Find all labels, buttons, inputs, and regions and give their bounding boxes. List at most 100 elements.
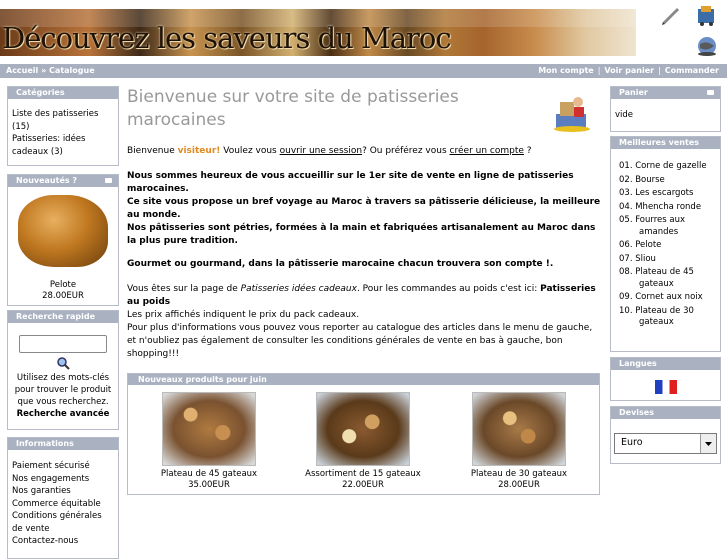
new-items-header: Nouveautés ?: [8, 175, 118, 187]
bestsellers-box: Meilleures ventes 01. Corne de gazelle 0…: [610, 136, 721, 352]
quick-search-box: Recherche rapide Utilisez des mots-clés …: [7, 310, 119, 430]
bestseller-item[interactable]: 03. Les escargots: [615, 188, 716, 200]
advanced-search-link[interactable]: Recherche avancée: [8, 408, 118, 420]
welcome-or: ? Ou préférez vous: [362, 146, 447, 156]
new-products-box: Nouveaux produits pour juin Plateau de 4…: [127, 373, 600, 495]
bestseller-item[interactable]: 09. Cornet aux noix: [615, 292, 716, 304]
page-info-paragraph: Vous êtes sur la page de Patisseries idé…: [127, 283, 602, 361]
welcome-prefix: Bienvenue: [127, 146, 175, 156]
main-content: Bienvenue sur votre site de patisseries …: [127, 86, 602, 361]
welcome-end: ?: [526, 146, 532, 156]
product-name[interactable]: Plateau de 30 gateaux: [444, 469, 594, 480]
categories-box: Catégories Liste des patisseries (15) Pa…: [7, 86, 119, 166]
info-contact[interactable]: Contactez-nous: [12, 535, 114, 548]
category-link-patisseries[interactable]: Liste des patisseries (15): [12, 108, 114, 133]
chevron-down-icon[interactable]: [700, 434, 716, 453]
info-guarantees[interactable]: Nos garanties: [12, 485, 114, 498]
bestseller-item[interactable]: 05. Fourres aux amandes: [615, 215, 716, 238]
price-note: Les prix affichés indiquent le prix du p…: [127, 310, 360, 320]
intro-line-2: Ce site vous propose un bref voyage au M…: [127, 197, 601, 220]
new-items-box: Nouveautés ? Pelote 28.00EUR: [7, 174, 119, 306]
more-info-text: Pour plus d'informations vous pouvez vou…: [127, 323, 593, 359]
info-terms[interactable]: Conditions générales de vente: [12, 510, 114, 535]
languages-title: Langues: [611, 358, 720, 370]
product-image[interactable]: [472, 392, 566, 466]
info-fair-trade[interactable]: Commerce équitable: [12, 498, 114, 511]
bestseller-item[interactable]: 04. Mhencha ronde: [615, 202, 716, 214]
information-box: Informations Paiement sécurisé Nos engag…: [7, 437, 119, 559]
welcome-question: Voulez vous: [223, 146, 277, 156]
toggle-arrow-icon[interactable]: [707, 90, 714, 95]
info-secure-payment[interactable]: Paiement sécurisé: [12, 460, 114, 473]
breadcrumb: Accueil » Catalogue: [6, 64, 95, 78]
banner-text: Découvrez les saveurs du Maroc: [2, 21, 452, 55]
product-name[interactable]: Assortiment de 15 gateaux: [288, 469, 438, 480]
quick-search-title: Recherche rapide: [8, 311, 118, 323]
currencies-box: Devises Euro: [610, 406, 721, 464]
checkout-link[interactable]: Commander: [665, 66, 719, 75]
product-price: 22.00EUR: [342, 480, 384, 490]
languages-box: Langues: [610, 357, 721, 401]
my-account-link[interactable]: Mon compte: [538, 66, 594, 75]
gourmet-line: Gourmet ou gourmand, dans la pâtisserie …: [127, 259, 554, 269]
new-product-card[interactable]: Plateau de 30 gateaux 28.00EUR: [444, 392, 594, 491]
product-price-pelote: 28.00EUR: [42, 291, 84, 301]
search-magnifier-icon[interactable]: [56, 356, 70, 370]
intro-line-1: Nous sommes heureux de vous accueillir s…: [127, 171, 574, 194]
toggle-arrow-icon[interactable]: [105, 178, 112, 183]
new-products-title: Nouveaux produits pour juin: [128, 374, 599, 385]
category-link-cadeaux[interactable]: Patisseries: idées cadeaux (3): [12, 133, 114, 158]
search-hint: Utilisez des mots-clés pour trouver le p…: [14, 373, 112, 407]
bestseller-item[interactable]: 06. Pelote: [615, 240, 716, 252]
breadcrumb-current[interactable]: Catalogue: [49, 66, 95, 75]
product-image[interactable]: [162, 392, 256, 466]
intro-line-3: Nos pâtisseries sont pétries, formées à …: [127, 223, 596, 246]
currencies-title: Devises: [611, 407, 720, 419]
breadcrumb-home[interactable]: Accueil: [6, 66, 38, 75]
welcome-line: Bienvenue visiteur! Voulez vous ouvrir u…: [127, 145, 602, 158]
new-product-card[interactable]: Plateau de 45 gateaux 35.00EUR: [134, 392, 284, 491]
nav-bar: Accueil » Catalogue Mon compte | Voir pani…: [0, 64, 727, 78]
product-image[interactable]: [316, 392, 410, 466]
bestseller-item[interactable]: 02. Bourse: [615, 175, 716, 187]
bestseller-item[interactable]: 01. Corne de gazelle: [615, 161, 716, 173]
product-price: 35.00EUR: [188, 480, 230, 490]
bestsellers-title: Meilleures ventes: [611, 137, 720, 149]
globe-icon[interactable]: [695, 34, 719, 58]
breadcrumb-separator: »: [41, 66, 47, 75]
current-category-name: Patisseries idées cadeaux: [240, 284, 357, 294]
bestseller-item[interactable]: 10. Plateau de 30 gateaux: [615, 306, 716, 329]
cart-title: Panier: [619, 88, 648, 97]
link-separator: |: [597, 66, 601, 75]
currency-selected: Euro: [621, 437, 643, 448]
laptop-person-icon: [552, 94, 594, 132]
new-items-title: Nouveautés ?: [16, 176, 78, 185]
bestsellers-list: 01. Corne de gazelle 02. Bourse 03. Les …: [615, 161, 716, 329]
new-product-card[interactable]: Assortiment de 15 gateaux 22.00EUR: [288, 392, 438, 491]
cart-icon[interactable]: [695, 3, 719, 27]
bestseller-item[interactable]: 08. Plateau de 45 gateaux: [615, 267, 716, 290]
cart-status: vide: [615, 110, 634, 120]
info-commitments[interactable]: Nos engagements: [12, 473, 114, 486]
page-title: Bienvenue sur votre site de patisseries …: [127, 87, 459, 130]
currency-select[interactable]: Euro: [614, 433, 717, 454]
view-cart-link[interactable]: Voir panier: [604, 66, 654, 75]
create-account-link[interactable]: créer un compte: [450, 146, 524, 156]
banner-image[interactable]: Découvrez les saveurs du Maroc: [0, 9, 636, 56]
page-info-middle: . Pour les commandes au poids c'est ici:: [356, 284, 538, 294]
page-info-prefix: Vous êtes sur la page de: [127, 284, 238, 294]
france-flag-icon[interactable]: [654, 380, 677, 394]
login-link[interactable]: ouvrir une session: [280, 146, 362, 156]
cart-box: Panier vide: [610, 86, 721, 132]
bestseller-item[interactable]: 07. Sliou: [615, 254, 716, 266]
product-image-pelote[interactable]: [18, 195, 108, 267]
visitor-label: visiteur!: [177, 146, 221, 156]
product-name[interactable]: Plateau de 45 gateaux: [134, 469, 284, 480]
pen-icon[interactable]: [660, 4, 682, 26]
account-links: Mon compte | Voir panier | Commander: [538, 64, 719, 78]
cart-header: Panier: [611, 87, 720, 99]
product-name-pelote[interactable]: Pelote: [8, 280, 118, 291]
link-separator: |: [658, 66, 661, 75]
search-input[interactable]: [19, 335, 107, 353]
header: Découvrez les saveurs du Maroc: [0, 0, 727, 62]
